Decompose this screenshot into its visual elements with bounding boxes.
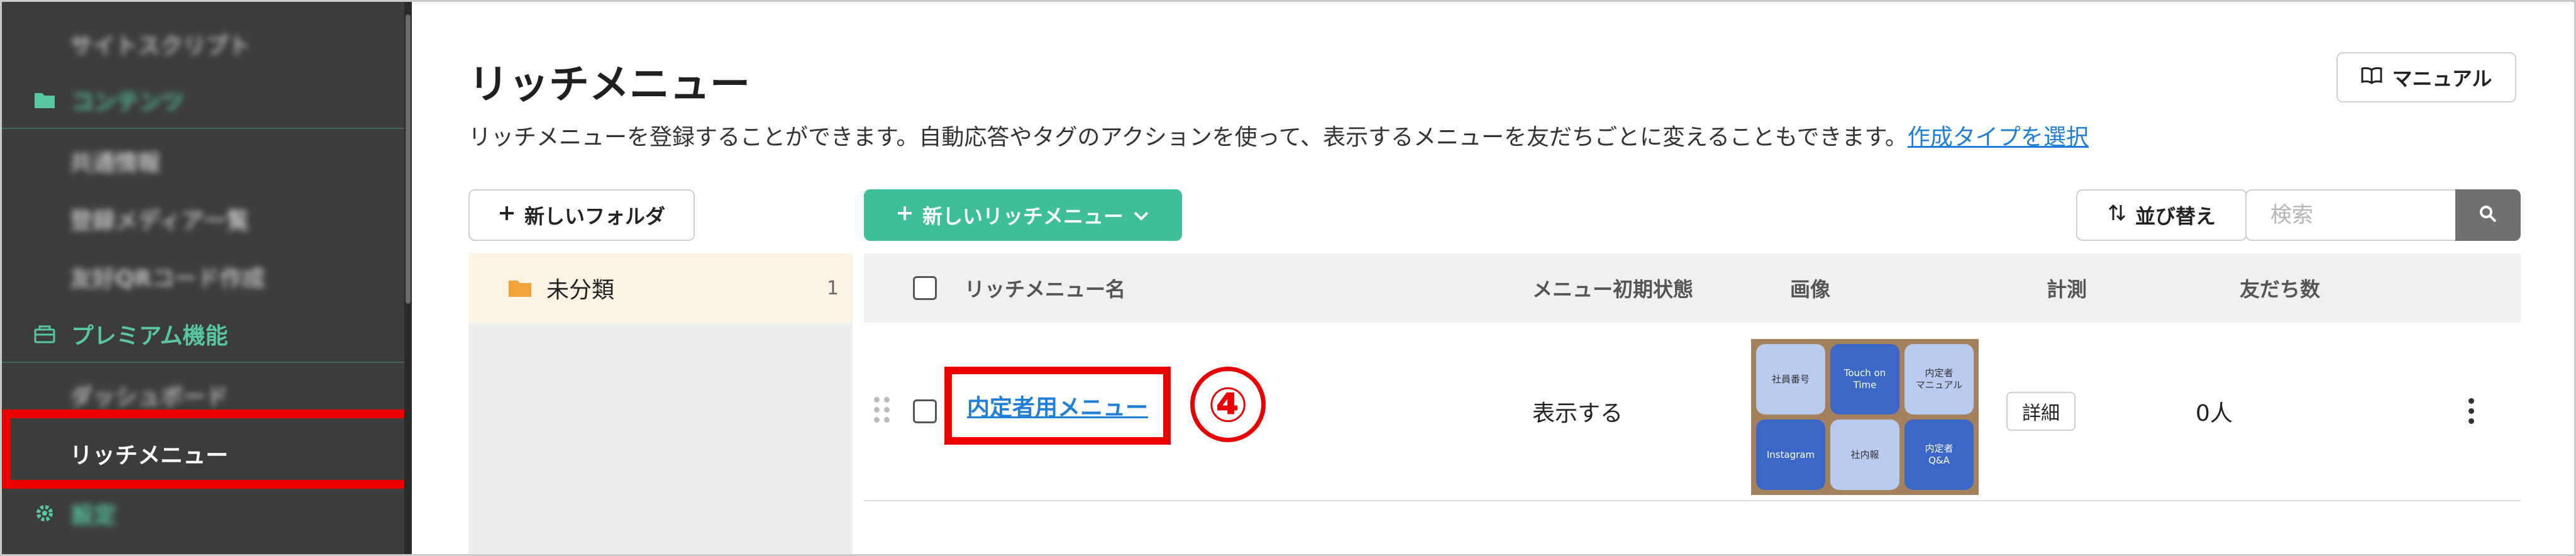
folder-icon xyxy=(507,278,533,298)
sidebar-item-label: サイトスクリプト xyxy=(70,33,252,59)
sidebar-section-contents[interactable]: コンテンツ xyxy=(2,72,404,129)
sidebar: サイトスクリプト コンテンツ 共通情報 登録メディア一覧 友好QRコード作成 プ… xyxy=(2,2,412,554)
sidebar-item-label: コンテンツ xyxy=(71,89,185,115)
main-content: リッチメニュー リッチメニューを登録することができます。自動応答やタグのアクショ… xyxy=(412,2,2574,554)
sidebar-item-label: プレミアム機能 xyxy=(71,323,228,349)
friends-count: 0人 xyxy=(2196,401,2233,426)
plus-icon xyxy=(498,203,516,227)
sidebar-scroll-thumb[interactable] xyxy=(406,14,411,304)
thumbnail-tile: 内定者 Q&A xyxy=(1904,420,1974,490)
thumbnail-tile: Instagram xyxy=(1756,420,1825,490)
new-folder-button[interactable]: 新しいフォルダ xyxy=(468,189,695,241)
column-header-tracking: 計測 xyxy=(2047,277,2087,301)
sidebar-item-label: 共通情報 xyxy=(70,150,161,176)
book-icon xyxy=(2360,65,2383,89)
column-header-name: リッチメニュー名 xyxy=(965,277,1126,301)
column-header-friends: 友だち数 xyxy=(2240,277,2321,301)
sidebar-item-label: ダッシュボード xyxy=(70,384,229,410)
folder-icon xyxy=(32,87,57,113)
folder-panel: 未分類 1 xyxy=(468,253,853,554)
thumbnail-tile: Touch on Time xyxy=(1830,344,1899,414)
thumbnail-tile: 社員番号 xyxy=(1756,344,1825,414)
sort-label: 並び替え xyxy=(2135,204,2216,228)
table-row: 内定者用メニュー ④ 表示する 社員番号 Touch on Time 内定者 マ… xyxy=(864,323,2521,501)
plus-icon xyxy=(896,203,914,227)
highlight-box-menu-name: 内定者用メニュー xyxy=(944,367,1171,445)
sidebar-item-qr-code[interactable]: 友好QRコード作成 xyxy=(2,248,404,305)
highlight-box-sidebar xyxy=(2,409,412,489)
table-header: リッチメニュー名 メニュー初期状態 画像 計測 友だち数 xyxy=(864,253,2521,323)
sort-arrows-icon xyxy=(2108,203,2126,228)
page-description: リッチメニューを登録することができます。自動応答やタグのアクションを使って、表示… xyxy=(468,119,2089,152)
manual-label: マニュアル xyxy=(2392,67,2492,91)
sidebar-section-settings[interactable]: 設定 xyxy=(2,485,404,542)
sidebar-section-premium[interactable]: プレミアム機能 xyxy=(2,306,404,363)
new-folder-label: 新しいフォルダ xyxy=(524,204,665,228)
sidebar-item-site-script[interactable]: サイトスクリプト xyxy=(2,16,404,72)
sidebar-item-media-list[interactable]: 登録メディア一覧 xyxy=(2,191,404,247)
sidebar-item-label: 友好QRコード作成 xyxy=(70,266,265,292)
manual-button[interactable]: マニュアル xyxy=(2336,52,2516,103)
more-options-icon[interactable] xyxy=(2468,398,2474,424)
search-input[interactable] xyxy=(2245,189,2457,241)
gear-icon xyxy=(32,501,57,526)
column-header-image: 画像 xyxy=(1790,277,1831,301)
folder-item-uncategorized[interactable]: 未分類 1 xyxy=(468,253,853,323)
premium-icon xyxy=(32,321,57,347)
menu-initial-status: 表示する xyxy=(1532,401,1623,426)
drag-handle-icon[interactable] xyxy=(874,397,890,423)
column-header-status: メニュー初期状態 xyxy=(1532,277,1694,301)
page-title: リッチメニュー xyxy=(468,62,750,108)
new-rich-menu-button[interactable]: 新しいリッチメニュー xyxy=(864,189,1182,241)
search-button[interactable] xyxy=(2455,189,2521,241)
step-number-badge: ④ xyxy=(1190,367,1266,442)
rich-menu-thumbnail: 社員番号 Touch on Time 内定者 マニュアル Instagram 社… xyxy=(1751,339,1979,495)
search-icon xyxy=(2479,204,2497,226)
sort-button[interactable]: 並び替え xyxy=(2076,189,2247,241)
rich-menu-name-link[interactable]: 内定者用メニュー xyxy=(967,389,1148,422)
thumbnail-tile: 内定者 マニュアル xyxy=(1904,344,1974,414)
sidebar-item-label: 登録メディア一覧 xyxy=(70,208,250,234)
new-rich-menu-label: 新しいリッチメニュー xyxy=(922,204,1124,228)
folder-name: 未分類 xyxy=(546,277,615,303)
description-text: リッチメニューを登録することができます。自動応答やタグのアクションを使って、表示… xyxy=(468,125,1908,150)
sidebar-scrollbar[interactable] xyxy=(404,2,412,554)
chevron-down-icon xyxy=(1132,203,1150,227)
sidebar-item-label: 設定 xyxy=(71,503,117,528)
select-all-checkbox[interactable] xyxy=(913,276,937,300)
select-type-link[interactable]: 作成タイプを選択 xyxy=(1908,125,2089,150)
thumbnail-tile: 社内報 xyxy=(1830,420,1899,490)
detail-button[interactable]: 詳細 xyxy=(2006,392,2076,431)
folder-count: 1 xyxy=(826,277,839,299)
row-checkbox[interactable] xyxy=(913,399,937,423)
sidebar-item-common-info[interactable]: 共通情報 xyxy=(2,133,404,189)
